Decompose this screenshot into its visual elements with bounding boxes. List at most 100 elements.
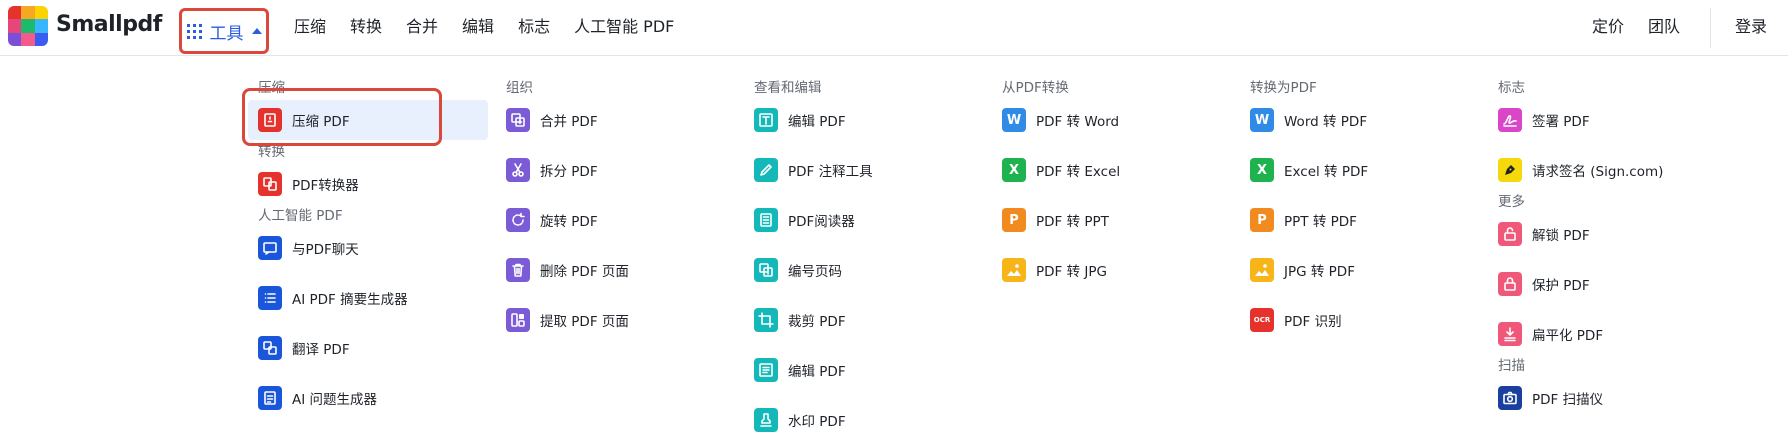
menu-item-excel[interactable]: X Excel 转 PDF (1240, 150, 1470, 190)
nav-sign[interactable]: 标志 (518, 16, 550, 38)
tools-menu-button[interactable]: 工具 (179, 8, 269, 54)
logo-tile (21, 19, 35, 33)
jpg-icon (1002, 258, 1026, 282)
menu-item-ppt[interactable]: P PDF 转 PPT (992, 200, 1222, 240)
menu-item-label: PPT 转 PDF (1284, 214, 1357, 230)
flatten-icon (1498, 322, 1522, 346)
menu-item-label: 压缩 PDF (292, 114, 350, 130)
form-edit-icon (754, 358, 778, 382)
logo-tile (34, 19, 48, 33)
menu-item-text-edit[interactable]: 编辑 PDF (744, 100, 974, 140)
main-nav: 压缩 转换 合并 编辑 标志 人工智能 PDF (294, 16, 698, 38)
menu-item-excel[interactable]: X PDF 转 Excel (992, 150, 1222, 190)
nav-edit[interactable]: 编辑 (462, 16, 494, 38)
menu-item-label: 请求签名 (Sign.com) (1532, 164, 1664, 180)
ppt-icon: P (1002, 208, 1026, 232)
menu-item-label: PDF 注释工具 (788, 164, 873, 180)
section-title: 更多 (1498, 194, 1525, 210)
login-button[interactable]: 登录 (1735, 16, 1767, 38)
menu-item-label: 合并 PDF (540, 114, 598, 130)
compress-icon (258, 108, 282, 132)
menu-item-label: 保护 PDF (1532, 278, 1590, 294)
nav-team[interactable]: 团队 (1648, 16, 1680, 38)
menu-item-lock[interactable]: 保护 PDF (1488, 264, 1728, 304)
menu-item-flatten[interactable]: 扁平化 PDF (1488, 314, 1728, 354)
translate-icon (258, 336, 282, 360)
menu-item-extract[interactable]: 提取 PDF 页面 (496, 300, 726, 340)
menu-item-pen-nib[interactable]: 请求签名 (Sign.com) (1488, 150, 1728, 190)
top-header: Smallpdf 工具 压缩 转换 合并 编辑 标志 人工智能 PDF 定价 团… (0, 0, 1788, 56)
nav-convert[interactable]: 转换 (350, 16, 382, 38)
menu-item-reader[interactable]: PDF阅读器 (744, 200, 974, 240)
menu-item-ocr[interactable]: OCR PDF 识别 (1240, 300, 1470, 340)
crop-icon (754, 308, 778, 332)
menu-item-label: 拆分 PDF (540, 164, 598, 180)
menu-item-rotate[interactable]: 旋转 PDF (496, 200, 726, 240)
menu-item-label: 旋转 PDF (540, 214, 598, 230)
menu-item-trash[interactable]: 删除 PDF 页面 (496, 250, 726, 290)
menu-item-label: 与PDF聊天 (292, 242, 359, 258)
menu-item-ai-chat[interactable]: 与PDF聊天 (248, 228, 488, 268)
menu-item-pen[interactable]: PDF 注释工具 (744, 150, 974, 190)
nav-merge[interactable]: 合并 (406, 16, 438, 38)
menu-item-compress[interactable]: 压缩 PDF (248, 100, 488, 140)
menu-item-jpg[interactable]: PDF 转 JPG (992, 250, 1222, 290)
section-title: 压缩 (258, 80, 285, 96)
tools-label: 工具 (209, 23, 244, 44)
reader-icon (754, 208, 778, 232)
brand-name[interactable]: Smallpdf (56, 12, 162, 37)
pen-nib-icon (1498, 158, 1522, 182)
menu-item-unlock[interactable]: 解锁 PDF (1488, 214, 1728, 254)
logo-tile (8, 19, 22, 33)
menu-item-signature[interactable]: 签署 PDF (1488, 100, 1728, 140)
header-divider (1710, 8, 1711, 48)
menu-item-ppt[interactable]: P PPT 转 PDF (1240, 200, 1470, 240)
menu-item-label: PDF 扫描仪 (1532, 392, 1604, 408)
logo-tile (8, 32, 22, 46)
nav-compress[interactable]: 压缩 (294, 16, 326, 38)
section-title: 人工智能 PDF (258, 208, 343, 224)
menu-item-label: PDF 识别 (1284, 314, 1342, 330)
menu-item-question-doc[interactable]: AI 问题生成器 (248, 378, 488, 418)
menu-item-camera[interactable]: PDF 扫描仪 (1488, 378, 1728, 418)
menu-item-label: AI 问题生成器 (292, 392, 378, 408)
excel-icon: X (1002, 158, 1026, 182)
ocr-icon: OCR (1250, 308, 1274, 332)
logo-tile (34, 6, 48, 20)
ppt-icon: P (1250, 208, 1274, 232)
menu-item-crop[interactable]: 裁剪 PDF (744, 300, 974, 340)
stamp-icon (754, 408, 778, 432)
menu-item-merge[interactable]: 合并 PDF (496, 100, 726, 140)
menu-item-word[interactable]: W Word 转 PDF (1240, 100, 1470, 140)
menu-item-translate[interactable]: 翻译 PDF (248, 328, 488, 368)
merge-icon (506, 108, 530, 132)
list-icon (258, 286, 282, 310)
logo-tile (8, 6, 22, 20)
section-title: 查看和编辑 (754, 80, 822, 96)
menu-item-stamp[interactable]: 水印 PDF (744, 400, 974, 440)
section-title: 从PDF转换 (1002, 80, 1069, 96)
menu-item-scissors[interactable]: 拆分 PDF (496, 150, 726, 190)
scissors-icon (506, 158, 530, 182)
section-title: 转换为PDF (1250, 80, 1317, 96)
menu-item-label: PDF 转 Word (1036, 114, 1120, 130)
logo-tile (34, 32, 48, 46)
menu-item-label: 编辑 PDF (788, 364, 846, 380)
convert-icon (258, 172, 282, 196)
question-doc-icon (258, 386, 282, 410)
smallpdf-logo-icon[interactable] (8, 6, 48, 46)
nav-pricing[interactable]: 定价 (1592, 16, 1624, 38)
nav-ai-pdf[interactable]: 人工智能 PDF (574, 16, 674, 38)
menu-item-label: 提取 PDF 页面 (540, 314, 629, 330)
menu-item-page-number[interactable]: 编号页码 (744, 250, 974, 290)
text-edit-icon (754, 108, 778, 132)
page-number-icon (754, 258, 778, 282)
menu-item-list[interactable]: AI PDF 摘要生成器 (248, 278, 488, 318)
menu-item-word[interactable]: W PDF 转 Word (992, 100, 1222, 140)
menu-item-label: PDF 转 PPT (1036, 214, 1109, 230)
camera-icon (1498, 386, 1522, 410)
menu-item-label: PDF阅读器 (788, 214, 855, 230)
menu-item-jpg[interactable]: JPG 转 PDF (1240, 250, 1470, 290)
menu-item-form-edit[interactable]: 编辑 PDF (744, 350, 974, 390)
menu-item-convert[interactable]: PDF转换器 (248, 164, 488, 204)
